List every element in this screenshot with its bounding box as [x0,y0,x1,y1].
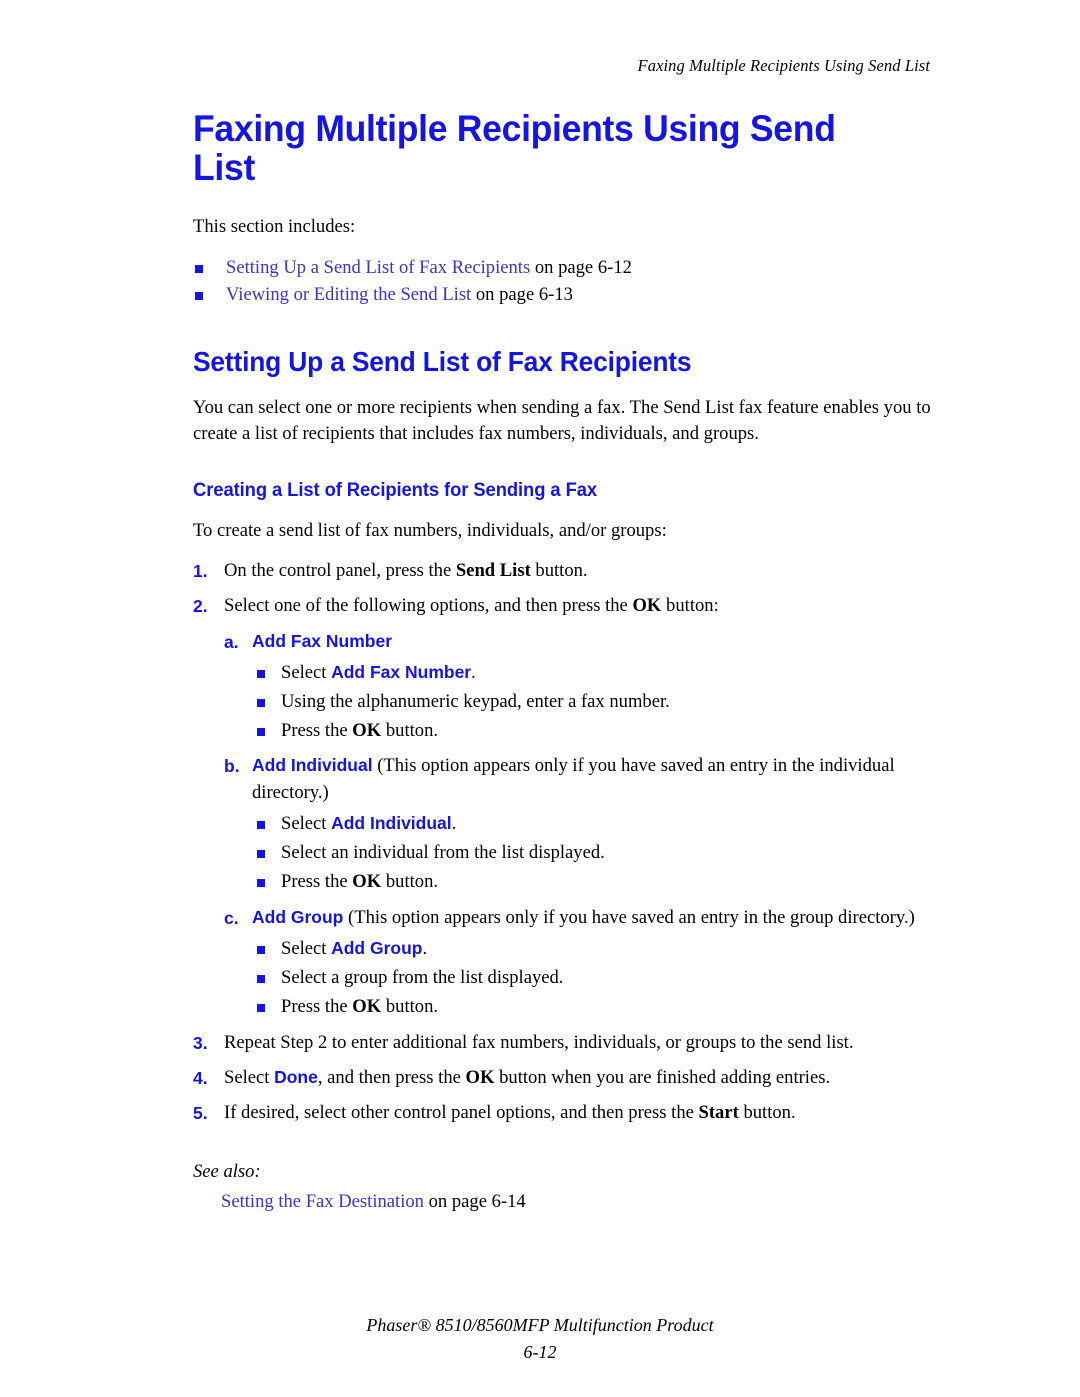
substep-pre: Press the [281,719,353,741]
procedure-step-2: 2. Select one of the following options, a… [193,593,933,1021]
step-text-pre: Select one of the following options, and… [224,594,633,616]
step-number: 3. [193,1032,208,1053]
toc-link-1[interactable]: Viewing or Editing the Send List [226,284,471,305]
substep-post: . [471,661,476,683]
step-number: 4. [193,1067,208,1088]
see-also-reference: Setting the Fax Destination on page 6-14 [221,1189,933,1215]
option-substep-list: Select Add Fax Number. Using the alphanu… [252,659,933,745]
list-item: Select Add Group. [252,935,933,963]
option-label: Add Individual [252,755,373,776]
substep-pre: Select an individual from the list displ… [281,842,605,864]
toc-suffix-0: on page 6-12 [530,257,632,279]
step-ui-term: Done [274,1066,318,1087]
section-includes-label: This section includes: [193,215,356,237]
step-term: Send List [455,559,531,581]
see-also-link[interactable]: Setting the Fax Destination [221,1191,424,1212]
list-item: Select Add Individual. [252,810,933,838]
substep-pre: Select [281,813,332,835]
option-item-b: b. Add Individual (This option appears on… [224,753,933,896]
option-list: a. Add Fax Number Select Add Fax Number. … [224,629,933,1021]
step-text-post: button when you are finished adding entr… [494,1066,831,1088]
substep-pre: Select a group from the list displayed. [281,966,564,988]
substep-pre: Using the alphanumeric keypad, enter a f… [281,690,670,712]
list-item: Press the OK button. [252,993,933,1021]
option-label: Add Group [252,907,344,928]
option-letter: a. [224,631,239,652]
option-item-a: a. Add Fax Number Select Add Fax Number. … [224,629,933,745]
list-item: Press the OK button. [252,868,933,896]
option-note: (This option appears only if you have sa… [343,907,915,929]
procedure-lead-in: To create a send list of fax numbers, in… [193,519,667,541]
toc-link-0[interactable]: Setting Up a Send List of Fax Recipients [226,257,530,278]
option-substep-list: Select Add Individual. Select an individ… [252,810,933,896]
subsection-heading: Creating a List of Recipients for Sendin… [193,479,598,501]
footer-page-number: 6-12 [523,1342,557,1362]
list-item: Select an individual from the list displ… [252,839,933,867]
step-text-pre: If desired, select other control panel o… [224,1101,699,1123]
substep-post: button. [381,719,439,741]
section-heading: Setting Up a Send List of Fax Recipients [193,345,692,377]
substep-pre: Press the [281,995,353,1017]
footer-product-name: Phaser® 8510/8560MFP Multifunction Produ… [366,1315,714,1335]
toc-suffix-1: on page 6-13 [471,283,573,305]
option-substep-list: Select Add Group. Select a group from th… [252,935,933,1021]
option-letter: b. [224,756,240,777]
substep-post: . [451,813,457,835]
substep-ui-term: Add Fax Number [331,661,472,682]
page-title: Faxing Multiple Recipients Using Send Li… [193,108,836,188]
substep-bold-term: OK [352,871,382,893]
substep-pre: Select [281,661,332,683]
step-term: OK [632,594,662,616]
substep-bold-term: OK [352,719,382,741]
section-paragraph: You can select one or more recipients wh… [193,396,931,445]
option-item-c: c. Add Group (This option appears only if… [224,905,933,1021]
step-number: 5. [193,1102,208,1123]
step-bold-term: OK [465,1066,495,1088]
step-text: Repeat Step 2 to enter additional fax nu… [224,1031,854,1053]
page-content: Faxing Multiple Recipients Using Send Li… [193,108,933,1215]
document-page: Faxing Multiple Recipients Using Send Li… [0,0,1080,1397]
substep-pre: Select [281,937,332,959]
see-also-label: See also: [193,1160,261,1182]
step-text-post: button: [661,594,719,616]
step-text-post: button. [530,559,588,581]
step-text-mid: , and then press the [317,1066,466,1088]
procedure-list: 1. On the control panel, press the Send L… [193,558,933,1127]
list-item: Press the OK button. [252,717,933,745]
substep-ui-term: Add Group [331,937,423,958]
option-letter: c. [224,908,239,929]
step-term: Start [698,1101,739,1123]
list-item: Select Add Fax Number. [252,659,933,687]
step-text-pre: On the control panel, press the [224,559,456,581]
table-of-contents-list: Setting Up a Send List of Fax Recipients… [193,255,933,309]
substep-post: button. [381,871,439,893]
substep-bold-term: OK [352,995,382,1017]
page-footer: Phaser® 8510/8560MFP Multifunction Produ… [0,1312,1080,1366]
step-number: 2. [193,595,208,616]
substep-post: button. [381,995,439,1017]
substep-ui-term: Add Individual [331,813,452,834]
procedure-step-5: 5. If desired, select other control panel… [193,1100,933,1127]
substep-pre: Press the [281,871,353,893]
step-text-pre: Select [224,1066,275,1088]
procedure-step-1: 1. On the control panel, press the Send L… [193,558,933,585]
option-label: Add Fax Number [252,630,393,651]
list-item: Using the alphanumeric keypad, enter a f… [252,688,933,716]
step-text-post: button. [738,1101,796,1123]
list-item: Setting Up a Send List of Fax Recipients… [193,255,933,282]
running-header: Faxing Multiple Recipients Using Send Li… [637,56,930,75]
procedure-step-4: 4. Select Done, and then press the OK but… [193,1065,933,1092]
list-item: Viewing or Editing the Send List on page… [193,282,933,309]
list-item: Select a group from the list displayed. [252,964,933,992]
step-number: 1. [193,560,208,581]
substep-post: . [422,937,428,959]
see-also-suffix: on page 6-14 [423,1190,526,1212]
procedure-step-3: 3. Repeat Step 2 to enter additional fax … [193,1030,933,1057]
